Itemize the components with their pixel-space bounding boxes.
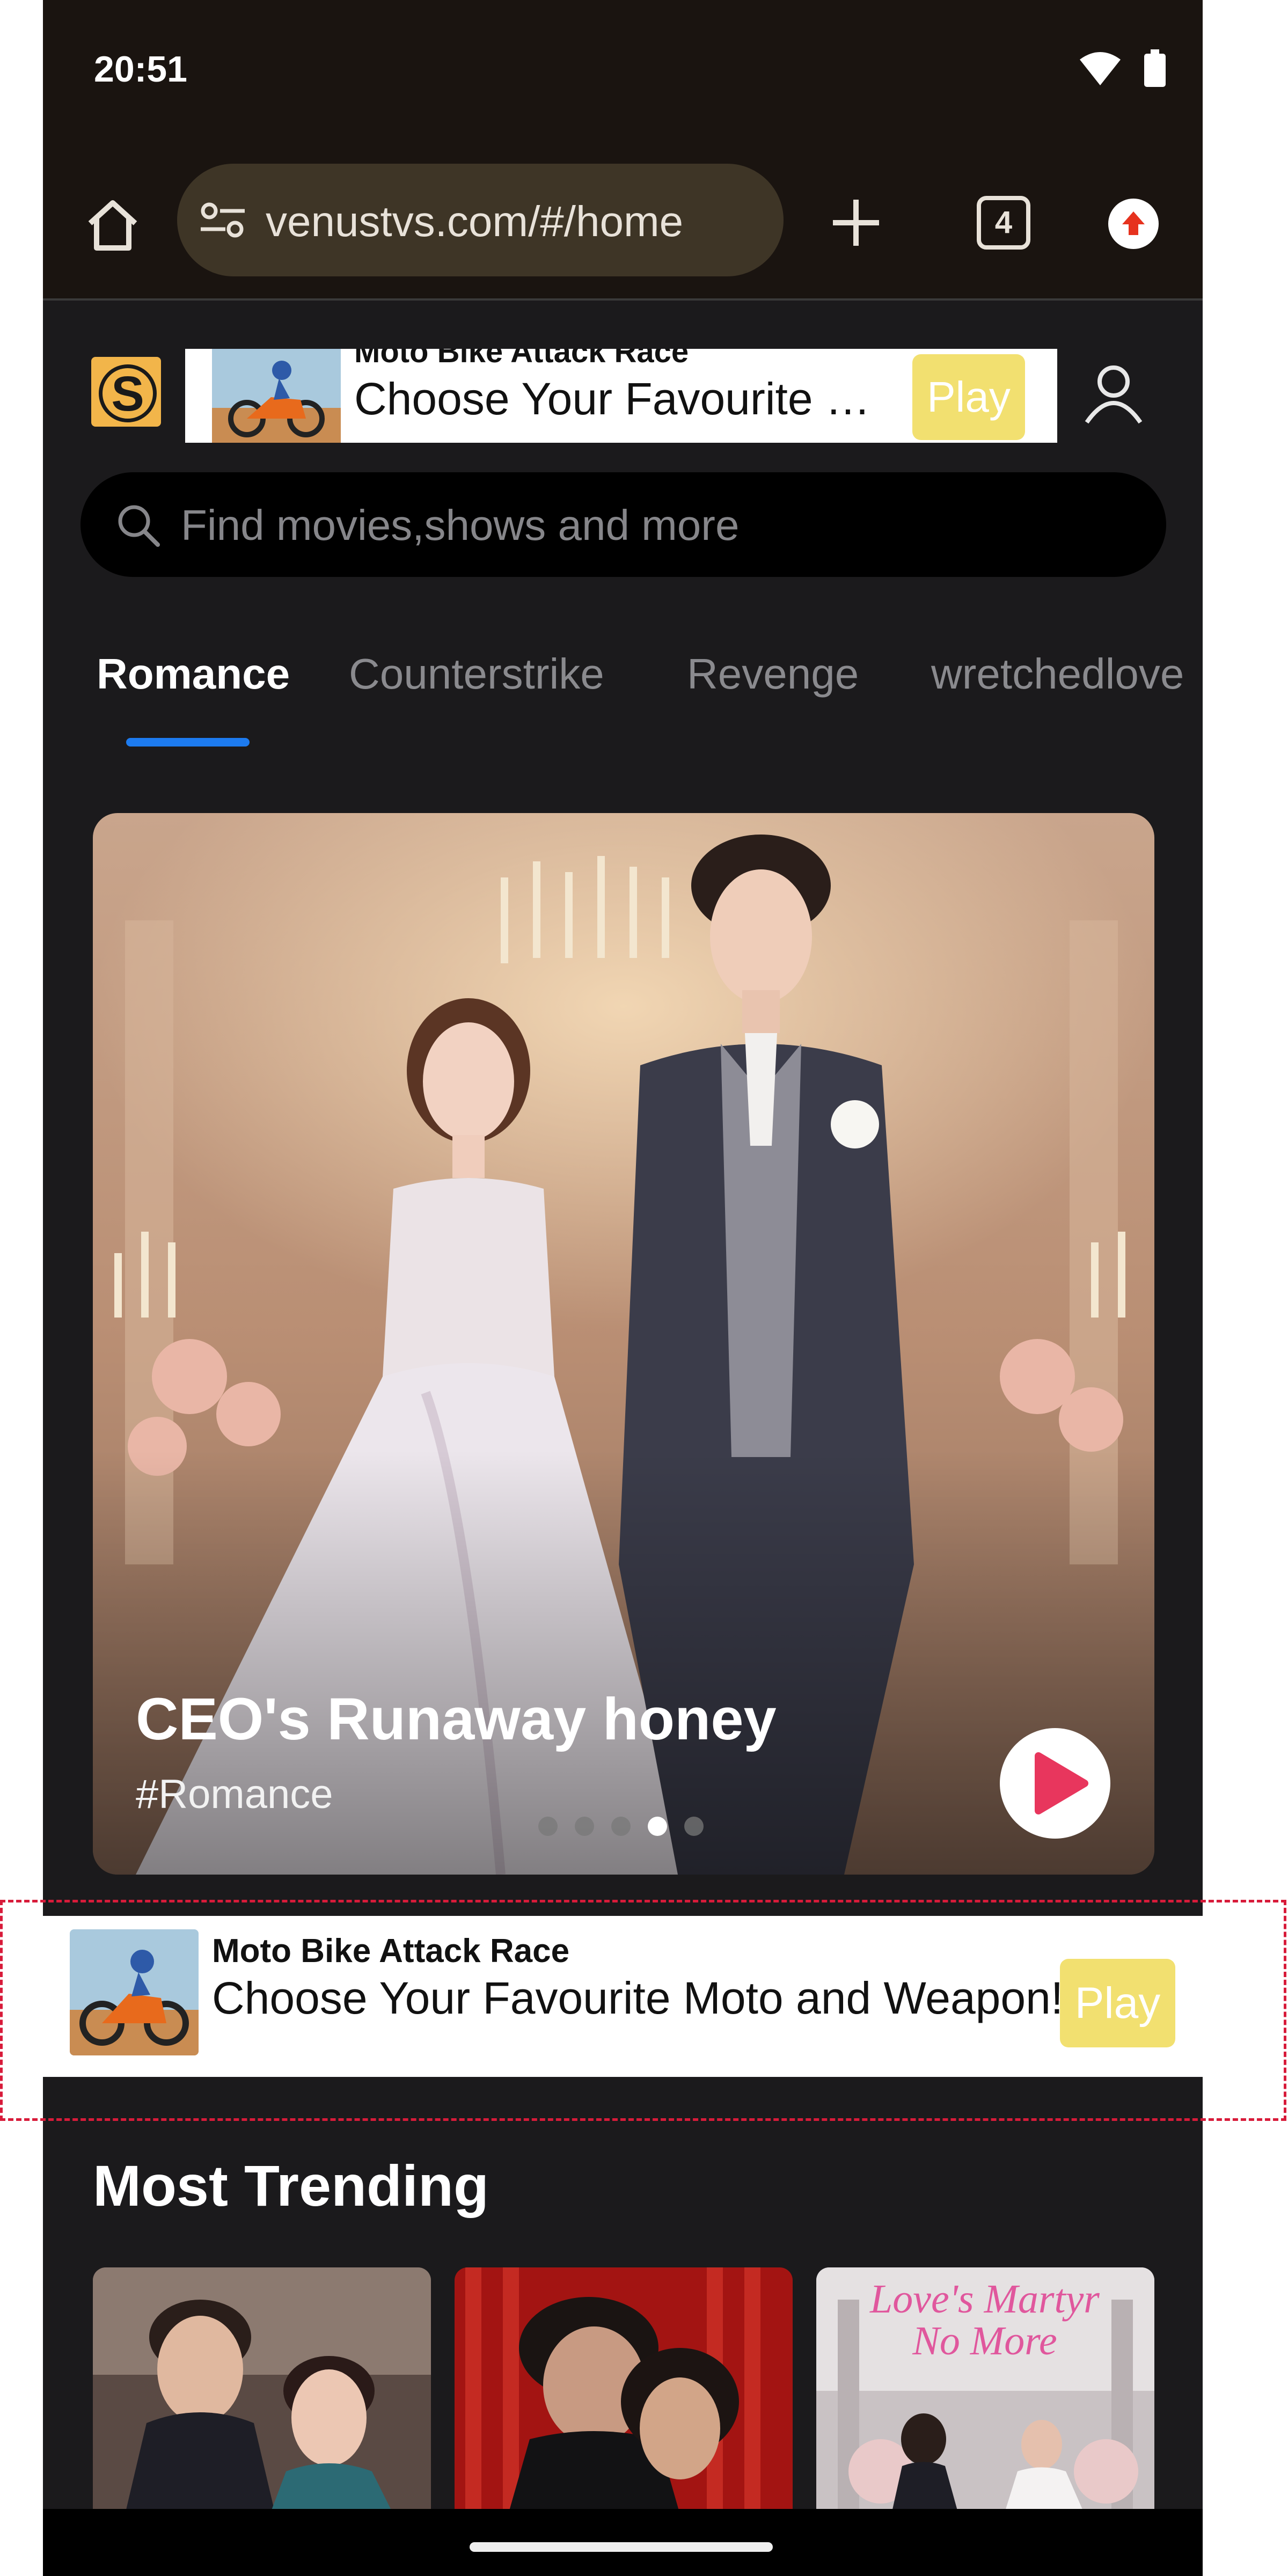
tab-counterstrike[interactable]: Counterstrike: [349, 649, 604, 699]
logo-letter: S: [99, 364, 157, 422]
wifi-icon: [1080, 52, 1121, 85]
tab-revenge[interactable]: Revenge: [687, 649, 859, 699]
banner-ad-title: Moto Bike Attack Race: [212, 1933, 570, 1970]
home-gesture-handle[interactable]: [470, 2542, 773, 2552]
carousel-dot[interactable]: [575, 1817, 594, 1836]
header-ad[interactable]: Moto Bike Attack Race Choose Your Favour…: [185, 349, 1057, 443]
site-header: S Moto Bike Attack Race Choose Your Favo…: [43, 301, 1203, 456]
carousel-dot[interactable]: [538, 1817, 558, 1836]
tabs-icon[interactable]: 4: [977, 196, 1030, 250]
header-ad-text: Choose Your Favourite Moto and Weapon!: [354, 374, 902, 424]
trending-poster: [455, 2267, 793, 2514]
search-icon: [118, 505, 160, 547]
header-ad-title: Moto Bike Attack Race: [354, 349, 689, 369]
status-bar: 20:51: [43, 0, 1203, 140]
section-title-most-trending: Most Trending: [93, 2153, 489, 2218]
user-icon[interactable]: [1081, 362, 1146, 427]
right-margin: [1203, 0, 1288, 2576]
tune-icon[interactable]: [199, 201, 247, 239]
banner-ad[interactable]: Moto Bike Attack Race Choose Your Favour…: [43, 1916, 1203, 2077]
trending-card[interactable]: Love's Martyr No More: [816, 2267, 1154, 2514]
carousel-dot-active[interactable]: [648, 1817, 667, 1836]
carousel-dot[interactable]: [611, 1817, 631, 1836]
tab-wretchedlove[interactable]: wretchedlove: [931, 649, 1184, 699]
card-overlay-text: Love's Martyr No More: [870, 2277, 1100, 2363]
banner-ad-play-button[interactable]: Play: [1060, 1959, 1175, 2047]
hero-title: CEO's Runaway honey: [136, 1686, 777, 1752]
tab-romance[interactable]: Romance: [97, 649, 290, 699]
category-tabs: Romance Counterstrike Revenge wretchedlo…: [43, 633, 1203, 757]
hero-tag[interactable]: #Romance: [136, 1771, 333, 1818]
trending-card[interactable]: [455, 2267, 793, 2514]
hero-play-button[interactable]: [1000, 1728, 1110, 1839]
status-time: 20:51: [94, 49, 187, 90]
battery-icon: [1144, 49, 1166, 87]
motorbike-thumbnail: [212, 349, 341, 443]
home-icon[interactable]: [80, 193, 145, 258]
trending-poster: [93, 2267, 431, 2514]
hero-banner[interactable]: CEO's Runaway honey #Romance: [93, 813, 1154, 1875]
play-icon: [1035, 1752, 1088, 1814]
address-bar[interactable]: venustvs.com/#/home: [177, 164, 784, 276]
system-nav-bar: [43, 2509, 1203, 2576]
site-logo[interactable]: S: [91, 357, 161, 427]
update-icon[interactable]: [1108, 199, 1159, 249]
motorbike-ad-thumbnail: [70, 1929, 199, 2055]
banner-ad-text: Choose Your Favourite Moto and Weapon!: [212, 1973, 1064, 2023]
trending-card[interactable]: [93, 2267, 431, 2514]
active-tab-indicator: [126, 738, 250, 747]
header-ad-play-button[interactable]: Play: [912, 354, 1025, 440]
browser-toolbar: venustvs.com/#/home 4: [43, 140, 1203, 301]
left-margin: [0, 0, 43, 2576]
search-bar[interactable]: [80, 472, 1166, 578]
search-input[interactable]: [180, 472, 1148, 578]
carousel-dot[interactable]: [684, 1817, 704, 1836]
plus-icon[interactable]: [826, 193, 885, 252]
url-text[interactable]: venustvs.com/#/home: [266, 197, 683, 246]
